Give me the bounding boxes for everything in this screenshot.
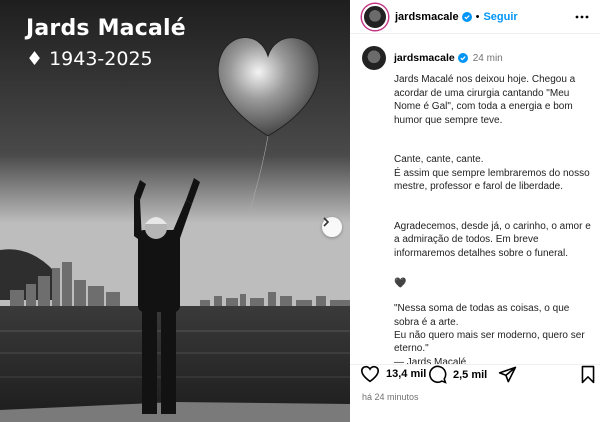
next-photo-button[interactable] (322, 217, 342, 237)
comment-button[interactable]: 2,5 mil (428, 365, 487, 384)
posted-ago[interactable]: há 24 minutos (362, 392, 419, 402)
caption-paragraph: Cante, cante, cante. É assim que sempre … (394, 154, 590, 193)
photo-dates: ♦ 1943-2025 (26, 48, 153, 70)
comments-count[interactable]: 2,5 mil (453, 369, 487, 381)
caption-avatar[interactable] (362, 46, 386, 70)
post-sidebar: jardsmacale • Seguir jardsmacale 24 min … (350, 0, 600, 422)
photo-title: Jards Macalé (26, 16, 186, 41)
caption-paragraph: Agradecemos, desde já, o carinho, o amor… (394, 221, 591, 259)
send-icon (498, 366, 517, 383)
share-button[interactable] (498, 365, 517, 384)
heart-icon (360, 365, 380, 383)
black-heart-icon: 🖤 (394, 277, 407, 289)
likes-count[interactable]: 13,4 mil (386, 368, 426, 380)
avatar[interactable] (362, 3, 388, 30)
save-button[interactable] (580, 365, 596, 384)
more-options-icon[interactable] (574, 9, 590, 25)
post-header: jardsmacale • Seguir (350, 0, 600, 34)
caption-paragraph: Jards Macalé nos deixou hoje. Chegou a a… (394, 74, 576, 126)
follow-button[interactable]: Seguir (483, 11, 517, 23)
post-caption: jardsmacale 24 min Jards Macalé nos deix… (362, 46, 594, 396)
comment-icon (429, 365, 447, 384)
post-photo[interactable]: Jards Macalé ♦ 1943-2025 (0, 0, 350, 422)
post-time[interactable]: 24 min (473, 53, 503, 64)
caption-username[interactable]: jardsmacale (394, 52, 455, 64)
chevron-right-icon (323, 217, 330, 227)
bookmark-icon (581, 365, 595, 384)
verified-badge-icon (461, 11, 472, 22)
verified-badge-icon (457, 53, 468, 63)
caption-text: Jards Macalé nos deixou hoje. Chegou a a… (394, 60, 594, 396)
header-username[interactable]: jardsmacale (395, 11, 459, 23)
caption-quote: "Nessa soma de todas as coisas, o que so… (394, 303, 585, 368)
header-separator: • (475, 10, 480, 23)
like-button[interactable]: 13,4 mil (360, 365, 426, 383)
